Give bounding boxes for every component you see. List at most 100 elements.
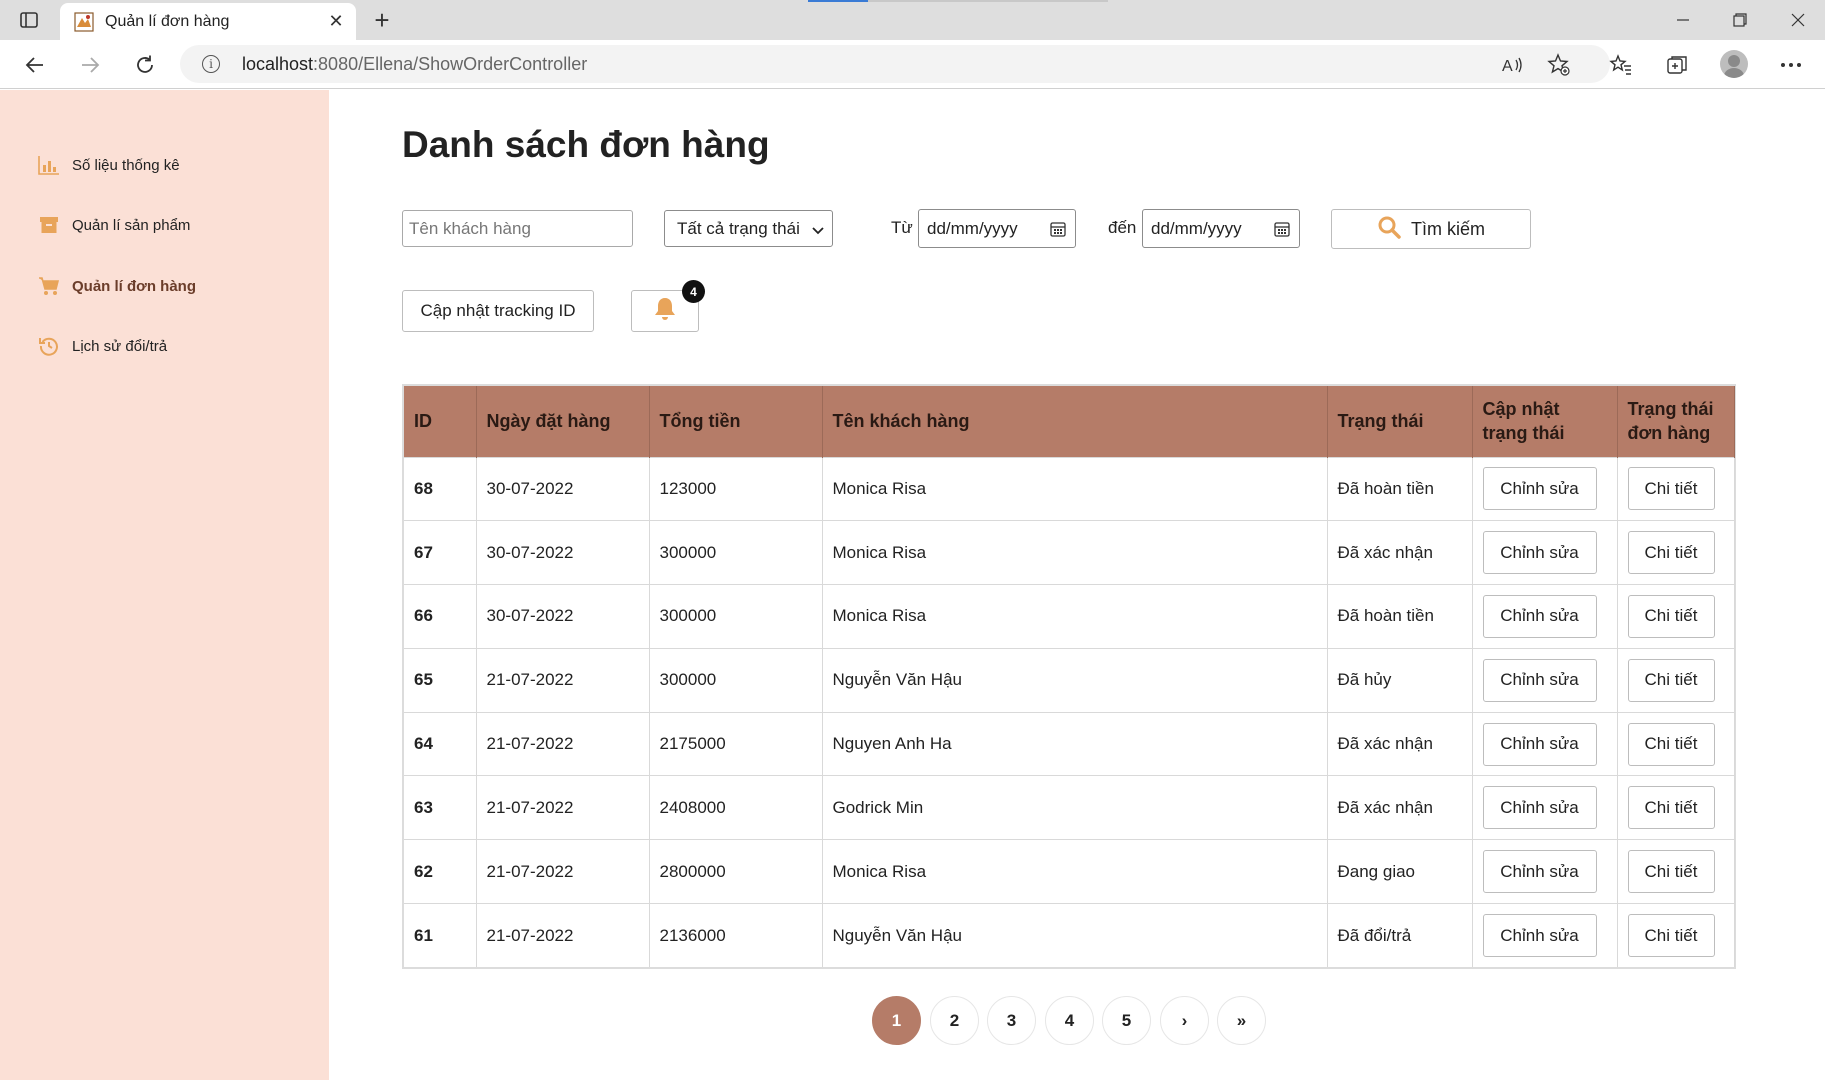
url-text: localhost:8080/Ellena/ShowOrderControlle… [242,54,587,75]
page-5-button[interactable]: 5 [1102,996,1151,1045]
site-info-icon[interactable]: i [202,55,220,73]
header-order-state: Trạng thái đơn hàng [1617,386,1735,457]
order-status: Đã xác nhận [1327,775,1473,840]
sidebar-item-returns[interactable]: Lịch sử đổi/trả [38,333,167,359]
calendar-icon[interactable] [1274,221,1290,242]
history-icon [38,335,60,357]
bar-chart-icon [38,154,60,176]
page-1-button[interactable]: 1 [872,996,921,1045]
order-date: 21-07-2022 [476,711,650,776]
to-date-label: đến [1108,218,1137,237]
order-total: 123000 [649,456,823,521]
header-order-date[interactable]: Ngày đặt hàng [476,386,650,457]
detail-cell: Chi tiết [1617,584,1735,649]
edit-cell: Chỉnh sửa [1472,903,1618,968]
update-tracking-button[interactable]: Cập nhật tracking ID [402,290,594,332]
detail-button[interactable]: Chi tiết [1627,850,1715,894]
reload-icon[interactable] [130,50,160,80]
edit-button[interactable]: Chỉnh sửa [1482,786,1597,830]
close-window-icon[interactable] [1775,6,1821,34]
detail-button[interactable]: Chi tiết [1627,722,1715,766]
order-customer: Monica Risa [822,520,1328,585]
from-date-input[interactable]: dd/mm/yyyy [918,209,1076,248]
edit-cell: Chỉnh sửa [1472,711,1618,776]
order-total: 300000 [649,520,823,585]
browser-tab[interactable]: Quản lí đơn hàng ✕ [60,3,356,40]
page-3-button[interactable]: 3 [987,996,1036,1045]
edit-button[interactable]: Chỉnh sửa [1482,594,1597,638]
order-customer: Nguyen Anh Ha [822,711,1328,776]
minimize-icon[interactable] [1660,6,1706,34]
order-id: 61 [404,903,477,968]
header-customer[interactable]: Tên khách hàng [822,386,1328,457]
next-page-button[interactable]: › [1160,996,1209,1045]
from-date-label: Từ [891,218,913,237]
order-total: 300000 [649,584,823,649]
detail-button[interactable]: Chi tiết [1627,531,1715,575]
status-filter-select[interactable]: Tất cả trạng thái [664,210,833,247]
profile-avatar[interactable] [1720,50,1748,78]
tab-title: Quản lí đơn hàng [105,13,230,30]
header-update-status: Cập nhật trạng thái [1472,386,1618,457]
order-total: 2136000 [649,903,823,968]
add-favorite-icon[interactable] [1544,50,1574,80]
order-total: 300000 [649,647,823,713]
order-date: 21-07-2022 [476,647,650,713]
edit-cell: Chỉnh sửa [1472,520,1618,585]
calendar-icon[interactable] [1050,221,1066,242]
edit-button[interactable]: Chỉnh sửa [1482,658,1597,702]
more-menu-icon[interactable] [1776,50,1806,80]
order-status: Đã xác nhận [1327,711,1473,776]
order-date: 30-07-2022 [476,520,650,585]
search-icon [1377,215,1401,244]
header-status[interactable]: Trạng thái [1327,386,1473,457]
read-aloud-icon[interactable]: A [1498,50,1528,80]
page-4-button[interactable]: 4 [1045,996,1094,1045]
back-icon[interactable] [20,50,50,80]
detail-button[interactable]: Chi tiết [1627,786,1715,830]
customer-name-input[interactable] [402,210,633,247]
sidebar-item-orders[interactable]: Quản lí đơn hàng [38,273,196,299]
notification-count-badge: 4 [682,280,705,303]
sidebar-item-products[interactable]: Quản lí sản phẩm [38,212,190,238]
sidebar-item-label: Quản lí sản phẩm [72,216,191,234]
edit-button[interactable]: Chỉnh sửa [1482,850,1597,894]
page-2-button[interactable]: 2 [930,996,979,1045]
detail-cell: Chi tiết [1617,839,1735,904]
edit-button[interactable]: Chỉnh sửa [1482,531,1597,575]
sidebar-item-label: Quản lí đơn hàng [72,277,196,295]
address-bar: i localhost:8080/Ellena/ShowOrderControl… [0,40,1825,89]
order-id: 65 [404,647,477,713]
last-page-button[interactable]: » [1217,996,1266,1045]
sidebar-item-statistics[interactable]: Số liệu thống kê [38,152,180,178]
detail-cell: Chi tiết [1617,775,1735,840]
url-field[interactable]: i localhost:8080/Ellena/ShowOrderControl… [180,45,1610,83]
detail-button[interactable]: Chi tiết [1627,467,1715,511]
favorites-icon[interactable] [1606,50,1636,80]
order-total: 2175000 [649,711,823,776]
detail-button[interactable]: Chi tiết [1627,658,1715,702]
site-favicon-icon [74,12,94,32]
edit-button[interactable]: Chỉnh sửa [1482,914,1597,958]
forward-icon[interactable] [75,50,105,80]
order-id: 63 [404,775,477,840]
order-status: Đang giao [1327,839,1473,904]
restore-icon[interactable] [1717,6,1763,34]
tab-actions-icon[interactable] [18,9,40,31]
detail-button[interactable]: Chi tiết [1627,914,1715,958]
close-tab-icon[interactable]: ✕ [326,11,346,31]
search-button[interactable]: Tìm kiếm [1331,209,1531,249]
tab-strip-accent [808,0,868,2]
header-total[interactable]: Tổng tiền [649,386,823,457]
new-tab-icon[interactable]: + [368,5,396,35]
detail-button[interactable]: Chi tiết [1627,594,1715,638]
header-id[interactable]: ID [404,386,477,457]
edit-button[interactable]: Chỉnh sửa [1482,722,1597,766]
table-row: 68 30-07-2022 123000 Monica Risa Đã hoàn… [404,456,1735,521]
table-header-row: ID Ngày đặt hàng Tổng tiền Tên khách hàn… [404,386,1735,457]
to-date-input[interactable]: dd/mm/yyyy [1142,209,1300,248]
tab-strip-divider [868,0,1108,2]
order-customer: Nguyễn Văn Hậu [822,903,1328,968]
collections-icon[interactable] [1662,50,1692,80]
edit-button[interactable]: Chỉnh sửa [1482,467,1597,511]
